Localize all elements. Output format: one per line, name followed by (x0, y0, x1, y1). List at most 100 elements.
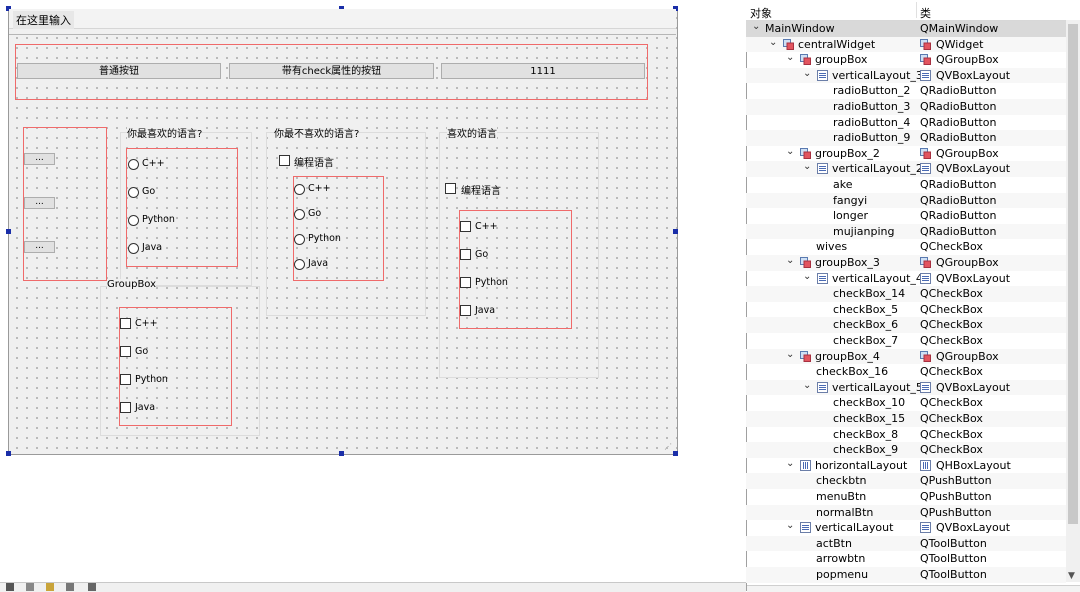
tree-row-object-name: groupBox_2 (815, 146, 880, 160)
tree-row-class-name: QRadioButton (920, 131, 997, 145)
toolbar-icon-5[interactable] (88, 583, 96, 591)
tree-row[interactable]: checkBox_9 QCheckBox (746, 442, 1066, 458)
tree-row[interactable]: menuBtn QPushButton (746, 489, 1066, 505)
resize-handle-right[interactable] (673, 229, 678, 234)
expand-chevron-icon[interactable]: ⌄ (786, 458, 794, 469)
tree-row-class-name: QCheckBox (920, 334, 983, 347)
header-class[interactable]: 类 (920, 5, 931, 21)
expand-chevron-icon[interactable]: ⌄ (752, 21, 760, 32)
tree-row[interactable]: checkBox_14 QCheckBox (746, 286, 1066, 302)
tree-row[interactable]: longer QRadioButton (746, 208, 1066, 224)
menu-button[interactable]: 1111 (441, 63, 645, 79)
tree-row[interactable]: ⌄ groupBox_3 QGroupBox (746, 255, 1066, 271)
tree-row[interactable]: ⌄ verticalLayout_3 QVBoxLayout (746, 67, 1066, 84)
checkbox-8[interactable] (460, 277, 471, 288)
vertical-layout-icon (817, 163, 828, 175)
radio-longer[interactable] (294, 234, 305, 245)
checkbox-6[interactable] (120, 374, 131, 385)
resize-handle-left[interactable] (6, 229, 11, 234)
expand-chevron-icon[interactable]: ⌄ (769, 37, 777, 48)
resize-handle-bottom-left[interactable] (6, 451, 11, 456)
tree-row[interactable]: ⌄ verticalLayout_2 QVBoxLayout (746, 161, 1066, 177)
tree-row[interactable]: checkBox_16 QCheckBox (746, 364, 1066, 380)
tree-row[interactable]: radioButton_2 QRadioButton (746, 83, 1066, 99)
radio-mujianping[interactable] (294, 259, 305, 270)
tree-row[interactable]: ⌄ groupBox_2 QGroupBox (746, 146, 1066, 162)
arrow-tool-button[interactable]: ... (24, 197, 55, 209)
tree-row-object-name: actBtn (816, 536, 852, 550)
expand-chevron-icon[interactable]: ⌄ (786, 255, 794, 266)
menu-type-here[interactable]: 在这里输入 (13, 11, 74, 29)
tree-row[interactable]: radioButton_4 QRadioButton (746, 115, 1066, 131)
radio-go[interactable] (128, 187, 139, 198)
tree-row-class-name: QCheckBox (920, 240, 983, 254)
tree-row[interactable]: ⌄ MainWindow QMainWindow (746, 21, 1066, 37)
expand-chevron-icon[interactable]: ⌄ (786, 52, 794, 63)
tree-row[interactable]: ⌄ centralWidget QWidget (746, 36, 1066, 53)
expand-chevron-icon[interactable]: ⌄ (803, 68, 811, 79)
tree-row[interactable]: checkBox_5 QCheckBox (746, 302, 1066, 318)
toolbar-icon-4[interactable] (66, 583, 74, 591)
checkbox-wives[interactable] (279, 155, 290, 166)
tree-row[interactable]: wives QCheckBox (746, 239, 1066, 255)
checkbox-9[interactable] (460, 305, 471, 316)
checkbox-5[interactable] (120, 346, 131, 357)
tree-row[interactable]: fangyi QRadioButton (746, 192, 1066, 209)
tree-row[interactable]: ⌄ groupBox QGroupBox (746, 52, 1066, 68)
radio-python[interactable] (128, 215, 139, 226)
tree-row[interactable]: ⌄ horizontalLayout QHBoxLayout (746, 458, 1066, 474)
check-button[interactable]: 带有check属性的按钮 (229, 63, 434, 79)
tree-row[interactable]: arrowbtn QToolButton (746, 551, 1066, 567)
tree-row[interactable]: checkBox_10 QCheckBox (746, 395, 1066, 411)
tree-row[interactable]: radioButton_9 QRadioButton (746, 130, 1066, 146)
checkbox-10-label: C++ (475, 221, 498, 232)
radio-java[interactable] (128, 243, 139, 254)
toolbar-icon-3[interactable] (46, 583, 54, 591)
expand-chevron-icon[interactable]: ⌄ (786, 349, 794, 360)
tree-row[interactable]: ⌄ verticalLayout_5 QVBoxLayout (746, 379, 1066, 396)
scroll-down-icon[interactable]: ▼ (1068, 571, 1075, 581)
header-object[interactable]: 对象 (750, 5, 772, 21)
checkbox-7[interactable] (120, 402, 131, 413)
normal-button[interactable]: 普通按钮 (17, 63, 221, 79)
resize-handle-bottom-right[interactable] (673, 451, 678, 456)
checkbox-15[interactable] (460, 249, 471, 260)
tree-row-class-name: QMainWindow (920, 22, 999, 35)
tree-row[interactable]: checkbtn QPushButton (746, 473, 1066, 489)
checkbox-14[interactable] (120, 318, 131, 329)
vertical-layout-icon (817, 272, 828, 284)
tree-row-object-name: checkBox_14 (833, 287, 906, 301)
tree-row[interactable]: ake QRadioButton (746, 177, 1066, 193)
expand-chevron-icon[interactable]: ⌄ (803, 380, 811, 391)
act-tool-button[interactable]: ... (24, 153, 55, 165)
popmenu-tool-button[interactable]: ... (24, 241, 55, 253)
toolbar-icon-2[interactable] (26, 583, 34, 591)
expand-chevron-icon[interactable]: ⌄ (786, 520, 794, 531)
tree-row[interactable]: ⌄ verticalLayout_4 QVBoxLayout (746, 271, 1066, 287)
tree-row[interactable]: ⌄ verticalLayout QVBoxLayout (746, 520, 1066, 536)
radio-ake[interactable] (294, 184, 305, 195)
tree-row[interactable]: mujianping QRadioButton (746, 223, 1066, 240)
expand-chevron-icon[interactable]: ⌄ (803, 271, 811, 282)
expand-chevron-icon[interactable]: ⌄ (803, 161, 811, 172)
tree-row[interactable]: actBtn QToolButton (746, 535, 1066, 552)
tree-row[interactable]: popmenu QToolButton (746, 567, 1066, 583)
checkbox-7-label: Java (135, 402, 156, 413)
radio-fangyi[interactable] (294, 209, 305, 220)
checkbox-10[interactable] (460, 221, 471, 232)
resize-handle-bottom[interactable] (339, 451, 344, 456)
toolbar-icon-1[interactable] (6, 583, 14, 591)
tree-row[interactable]: checkBox_8 QCheckBox (746, 427, 1066, 443)
tree-row[interactable]: checkBox_15 QCheckBox (746, 411, 1066, 427)
inspector-scrollbar-thumb[interactable] (1068, 24, 1078, 524)
tree-row[interactable]: normalBtn QPushButton (746, 504, 1066, 521)
radio-cpp[interactable] (128, 159, 139, 170)
tree-row[interactable]: checkBox_7 QCheckBox (746, 333, 1066, 349)
size-grip-icon[interactable]: ⋰ (664, 442, 672, 451)
checkbox-16[interactable] (445, 183, 456, 194)
expand-chevron-icon[interactable]: ⌄ (786, 146, 794, 157)
tree-row-class-name: QPushButton (920, 490, 992, 503)
tree-row[interactable]: checkBox_6 QCheckBox (746, 317, 1066, 333)
tree-row[interactable]: ⌄ groupBox_4 QGroupBox (746, 348, 1066, 365)
tree-row[interactable]: radioButton_3 QRadioButton (746, 99, 1066, 115)
